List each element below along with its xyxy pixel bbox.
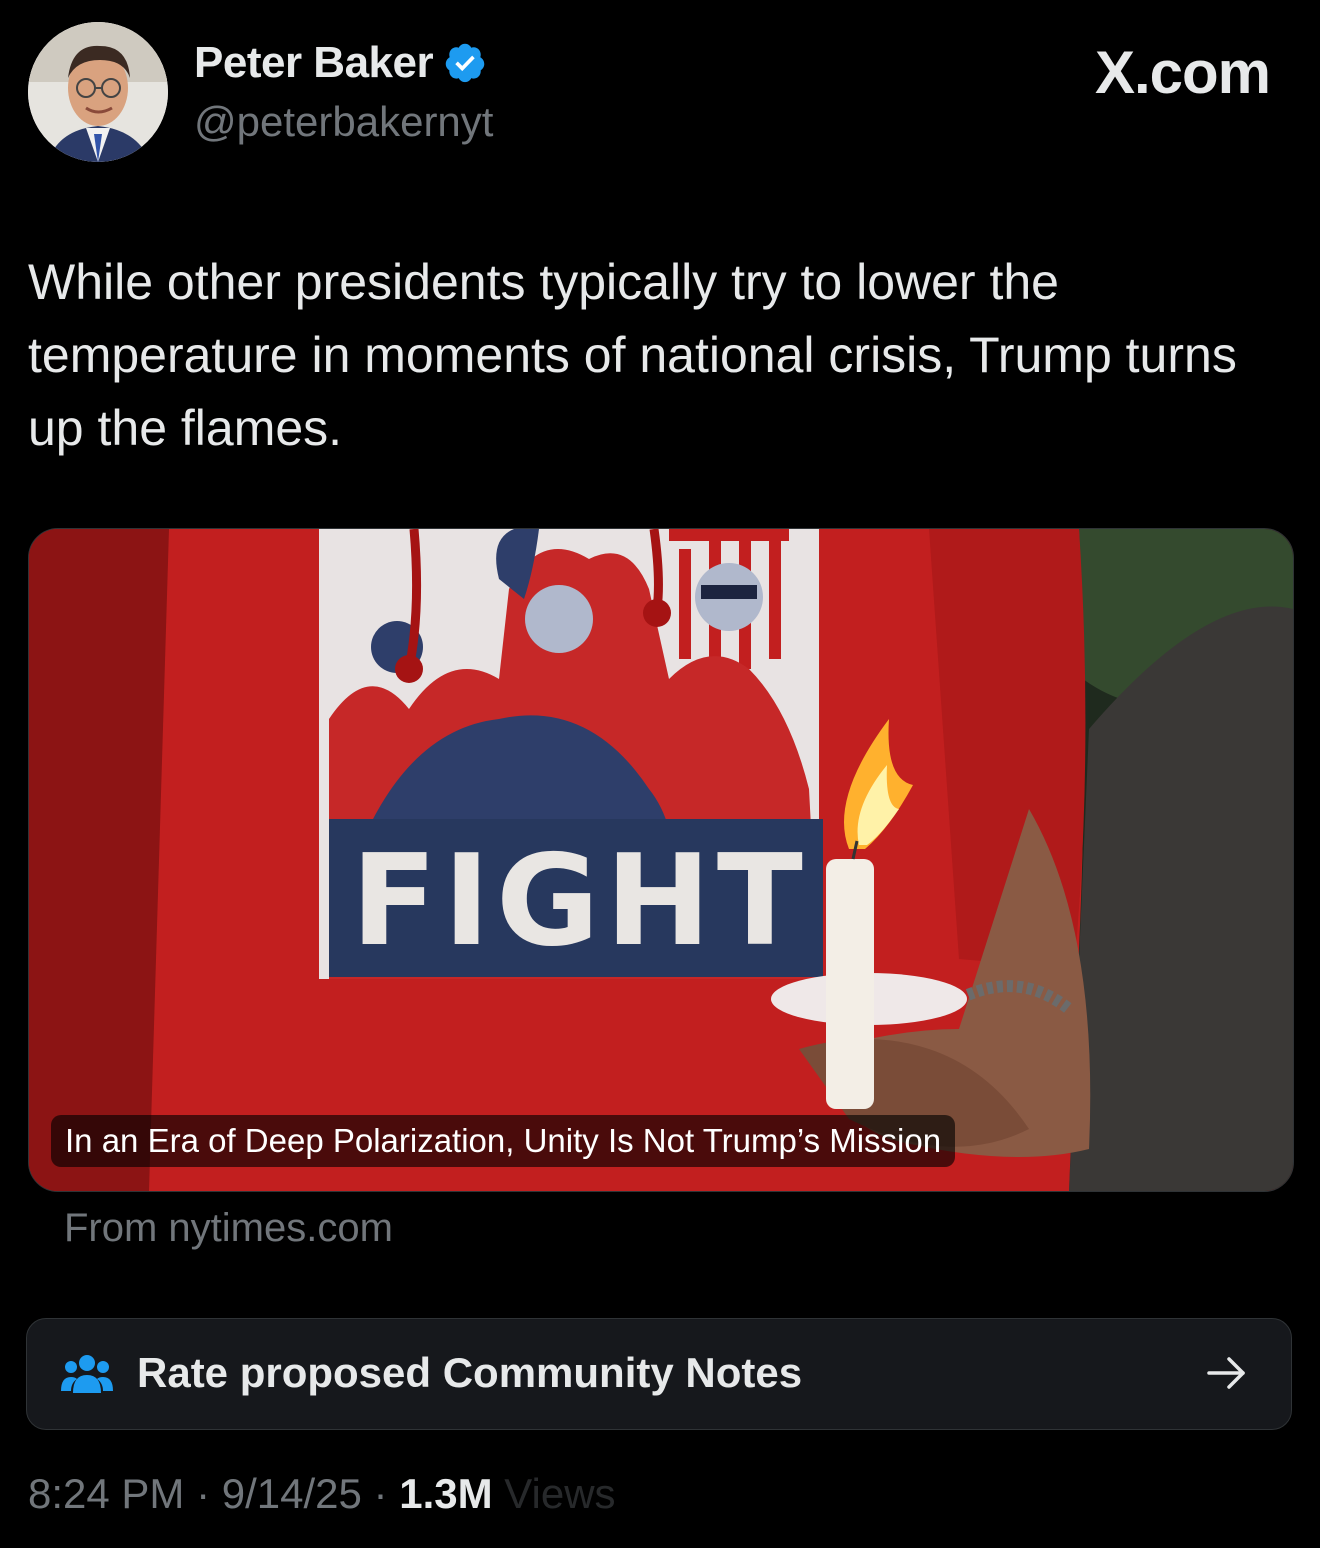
author-handle[interactable]: @peterbakernyt	[194, 98, 493, 146]
views-count: 1.3M	[399, 1470, 493, 1517]
meta-separator: ·	[361, 1470, 400, 1517]
card-headline: In an Era of Deep Polarization, Unity Is…	[51, 1115, 956, 1167]
verified-badge-icon	[445, 43, 485, 83]
author-name-row: Peter Baker	[194, 38, 487, 88]
person-avatar-icon	[28, 22, 168, 162]
views-label: Views	[504, 1470, 616, 1517]
arrow-right-icon	[1207, 1357, 1245, 1389]
community-notes-label: Rate proposed Community Notes	[137, 1349, 803, 1396]
card-image: FIGHT	[29, 529, 1293, 1191]
link-card[interactable]: FIGHT In an Era of Deep Polarization, Un…	[28, 528, 1294, 1192]
tweet-text: While other presidents typically try to …	[28, 254, 1237, 456]
card-source[interactable]: From nytimes.com	[64, 1206, 393, 1251]
tweet-date[interactable]: 9/14/25	[222, 1470, 362, 1517]
author-avatar[interactable]	[28, 22, 168, 162]
tweet-meta: 8:24 PM · 9/14/25 · 1.3M Views	[28, 1470, 616, 1518]
tweet-time[interactable]: 8:24 PM	[28, 1470, 184, 1517]
people-icon	[61, 1355, 113, 1393]
shirt-fight-text: FIGHT	[351, 827, 809, 974]
author-name[interactable]: Peter Baker	[194, 38, 434, 88]
meta-separator: ·	[184, 1470, 222, 1517]
community-notes-button[interactable]: Rate proposed Community Notes	[26, 1318, 1292, 1430]
brand-label: X.com	[1094, 39, 1271, 106]
